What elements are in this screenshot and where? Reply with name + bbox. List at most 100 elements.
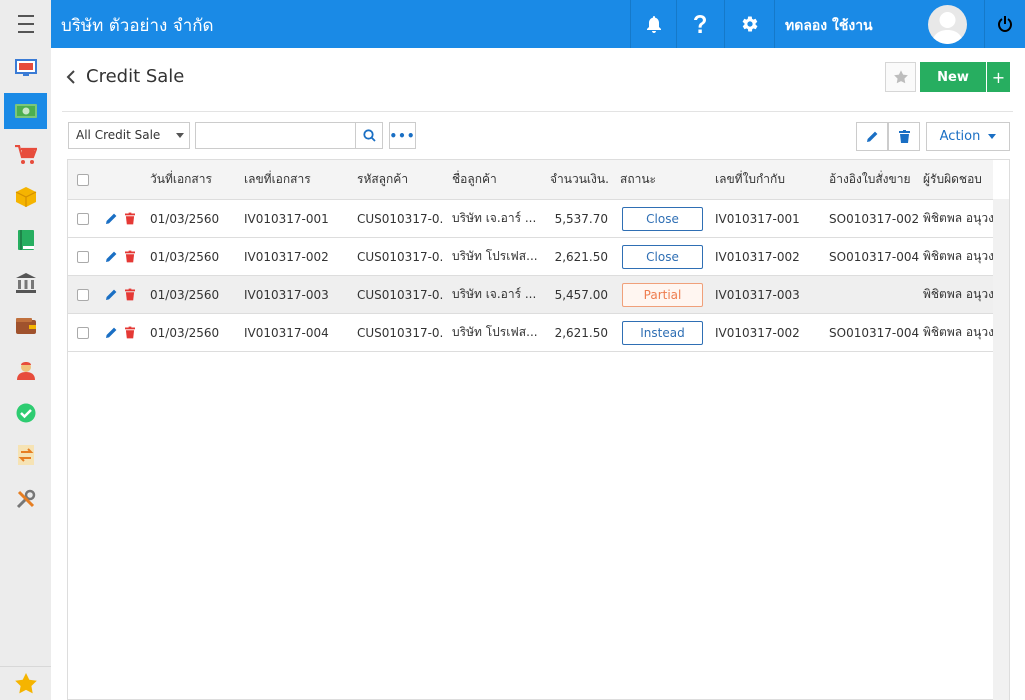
hamburger-icon — [17, 12, 34, 36]
row-doc-number: IV010317-001 — [244, 211, 329, 226]
row-delete-button[interactable] — [125, 314, 135, 351]
help-button[interactable] — [676, 0, 722, 48]
sidebar-item-finance[interactable] — [4, 308, 47, 344]
status-badge[interactable]: Partial — [622, 282, 703, 307]
row-doc-number: IV010317-004 — [244, 325, 329, 340]
row-customer-code: CUS010317-0... — [357, 287, 443, 302]
row-date: 01/03/2560 — [150, 211, 220, 226]
row-sales-order-ref: SO010317-002 — [829, 211, 920, 226]
row-amount: 2,621.50 — [554, 249, 608, 264]
sidebar-item-tools[interactable] — [4, 481, 47, 517]
delete-selected-button[interactable] — [888, 122, 920, 151]
new-button[interactable]: New — [920, 62, 986, 92]
page-title: Credit Sale — [86, 66, 185, 87]
settings-button[interactable] — [724, 0, 774, 48]
pencil-icon — [106, 289, 117, 300]
sidebar-item-inventory[interactable] — [4, 179, 47, 215]
action-dropdown[interactable]: Action — [926, 122, 1010, 151]
row-customer-name: บริษัท โปรเฟส... — [452, 249, 538, 263]
edit-selected-button[interactable] — [856, 122, 888, 151]
transfer-icon — [17, 445, 34, 465]
row-checkbox[interactable] — [77, 314, 89, 351]
column-header[interactable]: อ้างอิงใบสั่งขาย — [829, 160, 911, 199]
column-header[interactable]: เลขที่ใบกำกับ — [715, 160, 785, 199]
table-row[interactable]: 01/03/2560 IV010317-002 CUS010317-0... บริษ… — [68, 238, 993, 276]
row-invoice-number: IV010317-003 — [715, 287, 800, 302]
column-header[interactable]: จำนวนเงิน... — [550, 160, 610, 199]
more-options-button[interactable]: ••• — [389, 122, 416, 149]
favorites-button[interactable] — [0, 666, 51, 700]
row-checkbox[interactable] — [77, 276, 89, 313]
money-icon — [14, 104, 37, 118]
user-avatar-icon — [932, 12, 963, 44]
row-sales-order-ref: SO010317-004 — [829, 325, 920, 340]
sidebar-item-purchase[interactable] — [4, 137, 47, 173]
logout-button[interactable] — [984, 0, 1025, 48]
action-label: Action — [939, 129, 981, 144]
row-amount: 5,537.70 — [554, 211, 608, 226]
tools-icon — [16, 489, 35, 509]
row-edit-button[interactable] — [105, 200, 118, 237]
table-row[interactable]: 01/03/2560 IV010317-003 CUS010317-0... บริษ… — [68, 276, 993, 314]
status-badge[interactable]: Close — [622, 244, 703, 269]
sidebar-item-approval[interactable] — [4, 395, 47, 431]
sidebar-item-transfer[interactable] — [4, 437, 47, 473]
avatar[interactable] — [928, 5, 967, 44]
sidebar-item-bank[interactable] — [4, 265, 47, 301]
menu-button[interactable] — [0, 0, 51, 48]
row-delete-button[interactable] — [125, 276, 135, 313]
sidebar-item-accounting[interactable] — [4, 222, 47, 258]
pencil-icon — [866, 131, 877, 142]
column-header[interactable]: เลขที่เอกสาร — [244, 160, 311, 199]
row-invoice-number: IV010317-002 — [715, 249, 800, 264]
table-row[interactable]: 01/03/2560 IV010317-004 CUS010317-0... บริษ… — [68, 314, 993, 352]
help-icon — [693, 15, 706, 33]
row-doc-number: IV010317-003 — [244, 287, 329, 302]
status-badge[interactable]: Instead — [622, 320, 703, 345]
column-header[interactable]: ชื่อลูกค้า — [452, 160, 497, 199]
search-button[interactable] — [355, 122, 383, 149]
row-status-cell: Close — [622, 200, 703, 237]
row-owner: พิชิตพล อนุวง — [923, 325, 993, 339]
star-icon — [14, 673, 37, 694]
row-status-cell: Close — [622, 238, 703, 275]
trash-icon — [898, 130, 910, 143]
row-date: 01/03/2560 — [150, 249, 220, 264]
sidebar-item-dashboard[interactable] — [4, 50, 47, 86]
table-row[interactable]: 01/03/2560 IV010317-001 CUS010317-0... บริษ… — [68, 200, 993, 238]
scrollbar[interactable] — [993, 199, 1009, 700]
power-icon — [998, 15, 1012, 32]
add-options-button[interactable]: + — [987, 62, 1010, 92]
row-invoice-number: IV010317-002 — [715, 325, 800, 340]
company-name[interactable]: บริษัท ตัวอย่าง จำกัด — [61, 12, 214, 39]
row-edit-button[interactable] — [105, 276, 118, 313]
data-grid: วันที่เอกสาร เลขที่เอกสาร รหัสลูกค้า ชื่… — [67, 159, 1010, 700]
back-button[interactable] — [66, 69, 76, 89]
search-input[interactable] — [195, 122, 356, 149]
row-delete-button[interactable] — [125, 238, 135, 275]
row-delete-button[interactable] — [125, 200, 135, 237]
row-edit-button[interactable] — [105, 314, 118, 351]
column-header[interactable]: ผู้รับผิดชอบ — [923, 160, 993, 199]
filter-value: All Credit Sale — [76, 128, 161, 142]
column-header[interactable]: สถานะ — [620, 160, 656, 199]
row-status-cell: Partial — [622, 276, 703, 313]
status-badge[interactable]: Close — [622, 206, 703, 231]
filter-select[interactable]: All Credit Sale — [68, 122, 190, 149]
bank-icon — [15, 273, 36, 293]
row-customer-name: บริษัท โปรเฟส... — [452, 325, 538, 339]
sidebar-item-sales[interactable] — [4, 93, 47, 129]
row-edit-button[interactable] — [105, 238, 118, 275]
select-all-checkbox[interactable] — [77, 160, 89, 199]
row-owner: พิชิตพล อนุวง — [923, 249, 993, 263]
favorite-button[interactable] — [885, 62, 916, 92]
column-header[interactable]: รหัสลูกค้า — [357, 160, 408, 199]
pencil-icon — [106, 213, 117, 224]
sidebar-item-hr[interactable] — [4, 352, 47, 388]
pencil-icon — [106, 327, 117, 338]
row-checkbox[interactable] — [77, 200, 89, 237]
notification-button[interactable] — [630, 0, 676, 48]
column-header[interactable]: วันที่เอกสาร — [150, 160, 212, 199]
book-icon — [17, 230, 34, 250]
row-checkbox[interactable] — [77, 238, 89, 275]
